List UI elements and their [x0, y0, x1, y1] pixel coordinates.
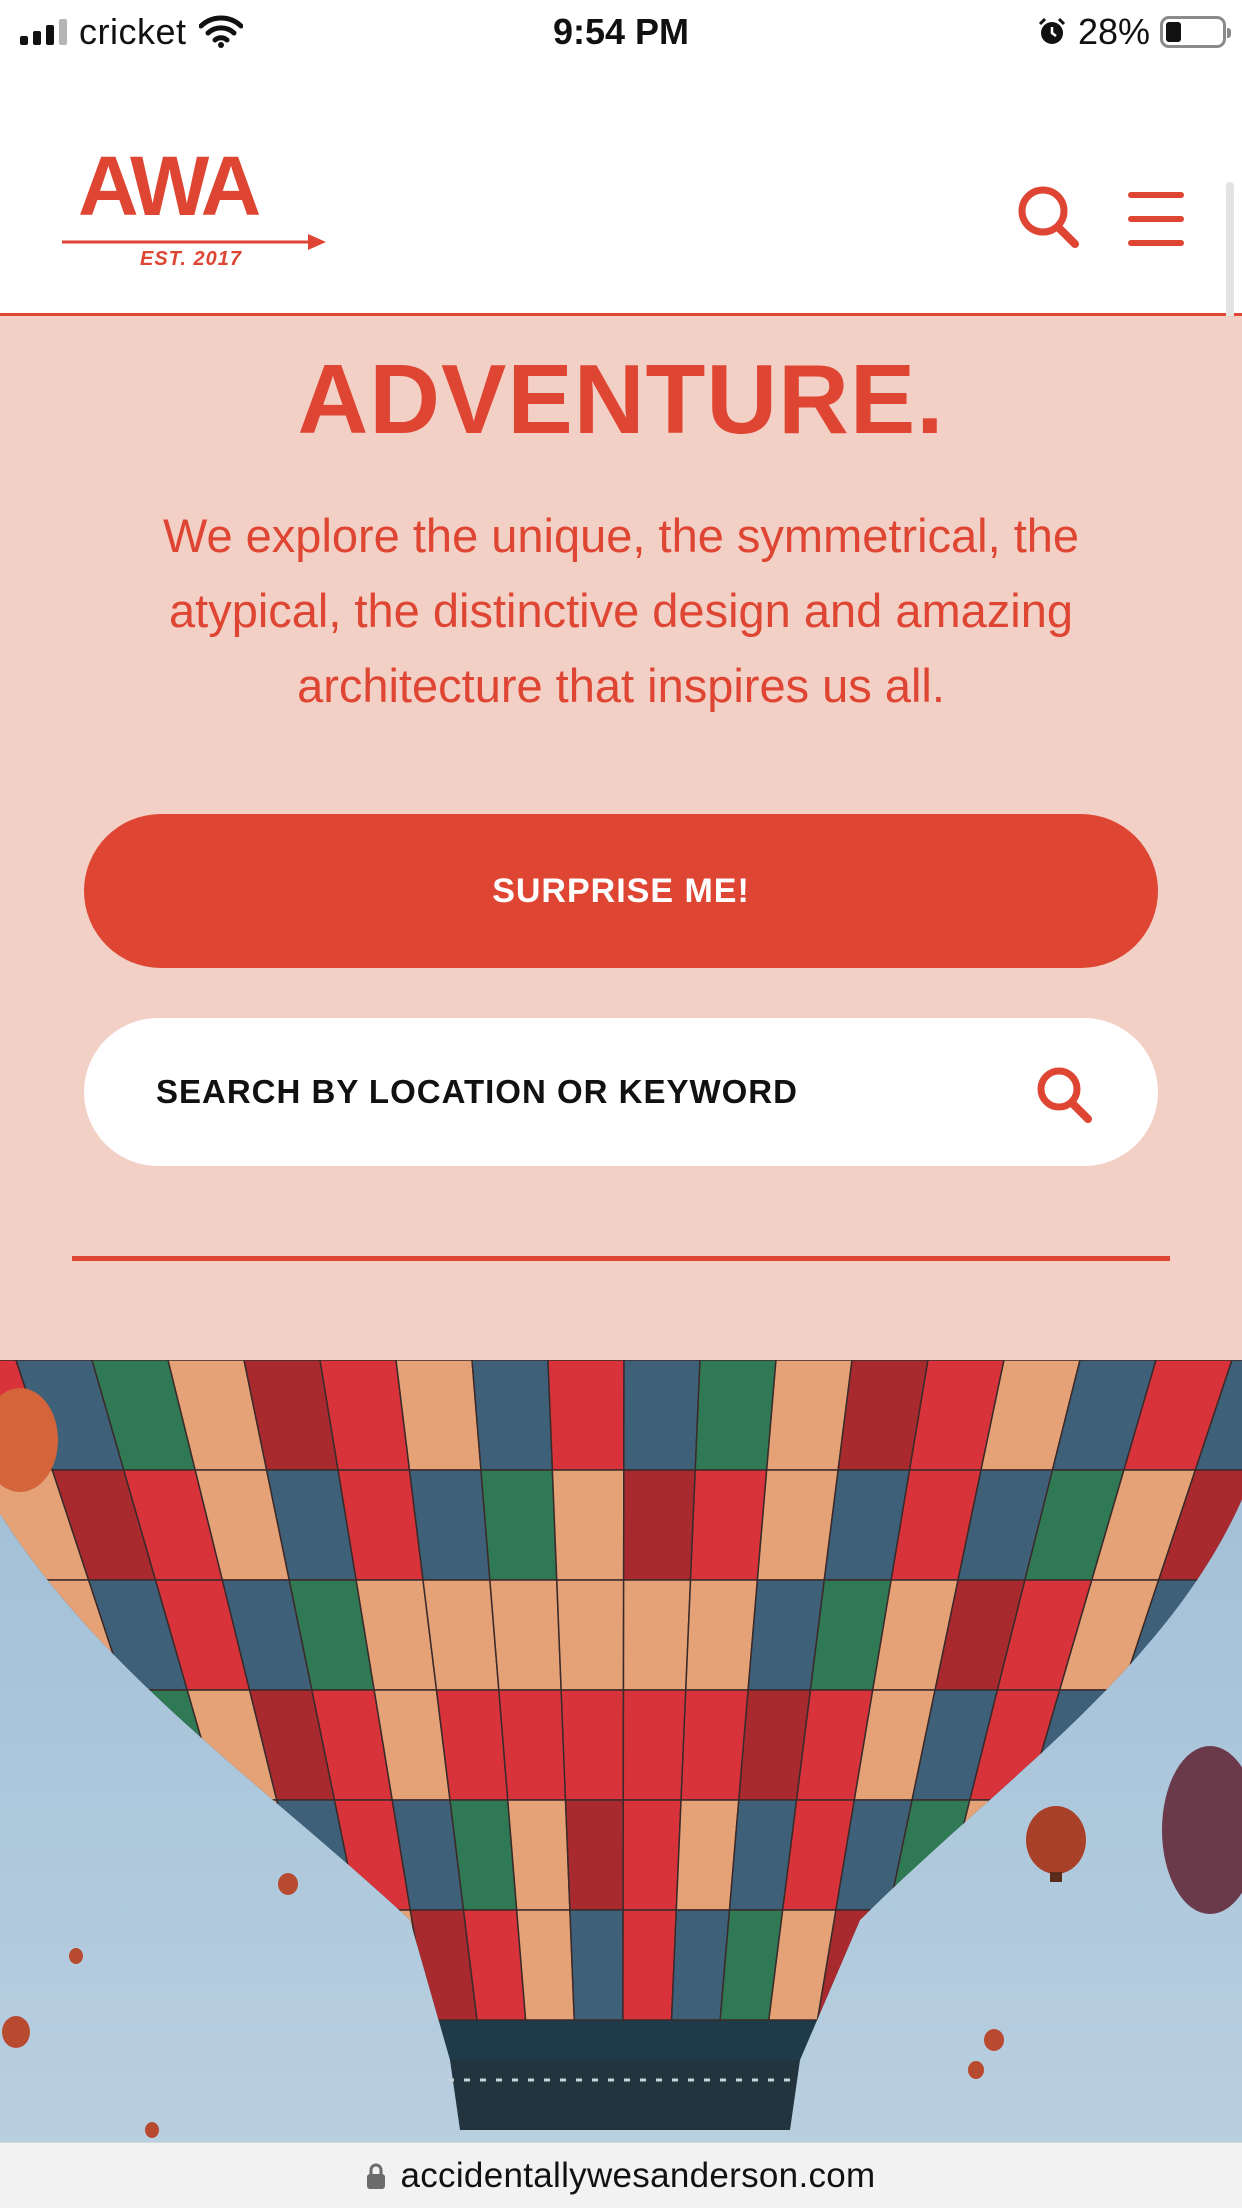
envelope-panel: [506, 1799, 571, 1911]
hero-section: ADVENTURE. We explore the unique, the sy…: [0, 316, 1242, 1360]
logo-text: AWA: [78, 139, 261, 233]
hero-description: We explore the unique, the symmetrical, …: [162, 509, 1080, 712]
surprise-me-button[interactable]: SURPRISE ME!: [84, 814, 1158, 968]
hamburger-menu-icon[interactable]: [1128, 188, 1184, 250]
status-right: 28%: [1036, 8, 1231, 56]
battery-fill: [1166, 22, 1181, 42]
search-icon[interactable]: [1016, 184, 1080, 250]
envelope-panel: [569, 1909, 624, 2021]
envelope-panel: [680, 1689, 749, 1801]
search-submit-icon[interactable]: [1034, 1064, 1094, 1124]
envelope-panel: [547, 1360, 625, 1471]
envelope-panel: [765, 1360, 853, 1471]
envelope-panel: [622, 1799, 682, 1911]
search-input[interactable]: [156, 1018, 996, 1166]
battery-percentage: 28%: [1077, 11, 1150, 52]
envelope-panel: [471, 1360, 554, 1471]
hero-heading: ADVENTURE.: [297, 344, 945, 454]
alarm-icon: [1038, 17, 1065, 44]
hot-air-balloon-image: [0, 1360, 1242, 2142]
envelope-panel: [622, 1689, 687, 1801]
hot-air-balloon-photo: [0, 1360, 1242, 2142]
envelope-panel: [622, 1909, 678, 2021]
envelope-panel: [622, 1579, 692, 1691]
battery-icon: [1160, 16, 1231, 48]
envelope-panel: [480, 1469, 558, 1581]
envelope-panel: [622, 1469, 697, 1581]
envelope-panel: [515, 1909, 576, 2021]
logo-established: EST. 2017: [140, 248, 243, 270]
envelope-panel: [560, 1689, 625, 1801]
envelope-panel: [408, 1469, 491, 1581]
status-bar: cricket 9:54 PM 28%: [0, 0, 1242, 64]
section-divider: [72, 1256, 1170, 1261]
search-bar[interactable]: [84, 1018, 1158, 1166]
lock-icon: [367, 2163, 386, 2189]
envelope-panel: [670, 1909, 731, 2021]
envelope-panel: [551, 1469, 625, 1581]
url-text: accidentallywesanderson.com: [400, 2155, 876, 2195]
envelope-panel: [422, 1579, 500, 1691]
envelope-panel: [555, 1579, 625, 1691]
envelope-panel: [489, 1579, 562, 1691]
envelope-panel: [694, 1360, 777, 1471]
envelope-panel: [689, 1469, 768, 1581]
envelope-panel: [623, 1360, 701, 1471]
envelope-panel: [675, 1799, 740, 1911]
envelope-panel: [498, 1689, 567, 1801]
envelope-panel: [564, 1799, 625, 1911]
awa-logo[interactable]: AWA EST. 2017: [60, 144, 330, 274]
envelope-panel: [395, 1360, 482, 1471]
site-header: AWA EST. 2017: [0, 64, 1242, 346]
envelope-panel: [684, 1579, 759, 1691]
browser-url-bar[interactable]: accidentallywesanderson.com: [0, 2142, 1242, 2208]
